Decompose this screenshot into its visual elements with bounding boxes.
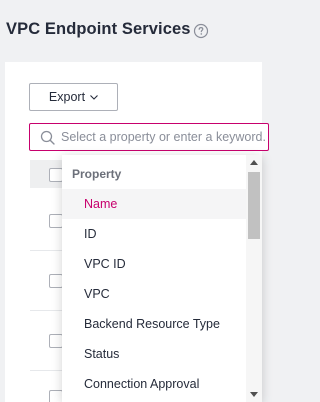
search-icon xyxy=(40,130,55,145)
page-title: VPC Endpoint Services xyxy=(6,20,191,38)
export-label: Export xyxy=(48,90,86,104)
dropdown-item-connection-approval[interactable]: Connection Approval xyxy=(62,369,246,399)
scroll-down-arrow-icon[interactable] xyxy=(250,392,258,397)
scroll-up-arrow-icon[interactable] xyxy=(250,160,258,165)
row-divider xyxy=(30,310,62,311)
row-checkbox[interactable] xyxy=(49,274,63,288)
dropdown-item-id[interactable]: ID xyxy=(62,219,246,249)
row-checkbox[interactable] xyxy=(49,334,63,348)
dropdown-group-label: Property xyxy=(72,167,122,181)
property-dropdown: Property Name ID VPC ID VPC Backend Reso… xyxy=(62,155,262,402)
chevron-down-icon xyxy=(90,95,98,100)
dropdown-item-status[interactable]: Status xyxy=(62,339,246,369)
dropdown-item-name[interactable]: Name xyxy=(62,189,246,219)
export-button[interactable]: Export xyxy=(29,83,118,111)
row-checkbox[interactable] xyxy=(49,390,63,402)
page-header: VPC Endpoint Services xyxy=(0,0,262,60)
dropdown-scrollbar[interactable] xyxy=(246,155,262,402)
select-all-checkbox[interactable] xyxy=(49,168,63,182)
row-divider xyxy=(30,250,62,251)
dropdown-list: Name ID VPC ID VPC Backend Resource Type… xyxy=(62,189,246,399)
dropdown-item-vpc[interactable]: VPC xyxy=(62,279,246,309)
question-circle-icon[interactable] xyxy=(193,23,209,39)
dropdown-item-backend-resource-type[interactable]: Backend Resource Type xyxy=(62,309,246,339)
search-box[interactable] xyxy=(29,123,269,151)
row-divider xyxy=(30,370,62,371)
search-input[interactable] xyxy=(61,124,268,150)
row-checkbox[interactable] xyxy=(49,214,63,228)
scrollbar-thumb[interactable] xyxy=(248,172,260,239)
dropdown-item-vpc-id[interactable]: VPC ID xyxy=(62,249,246,279)
